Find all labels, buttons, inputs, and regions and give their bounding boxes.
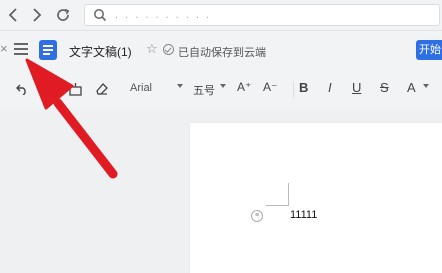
red-arrow-pointer xyxy=(25,58,118,179)
